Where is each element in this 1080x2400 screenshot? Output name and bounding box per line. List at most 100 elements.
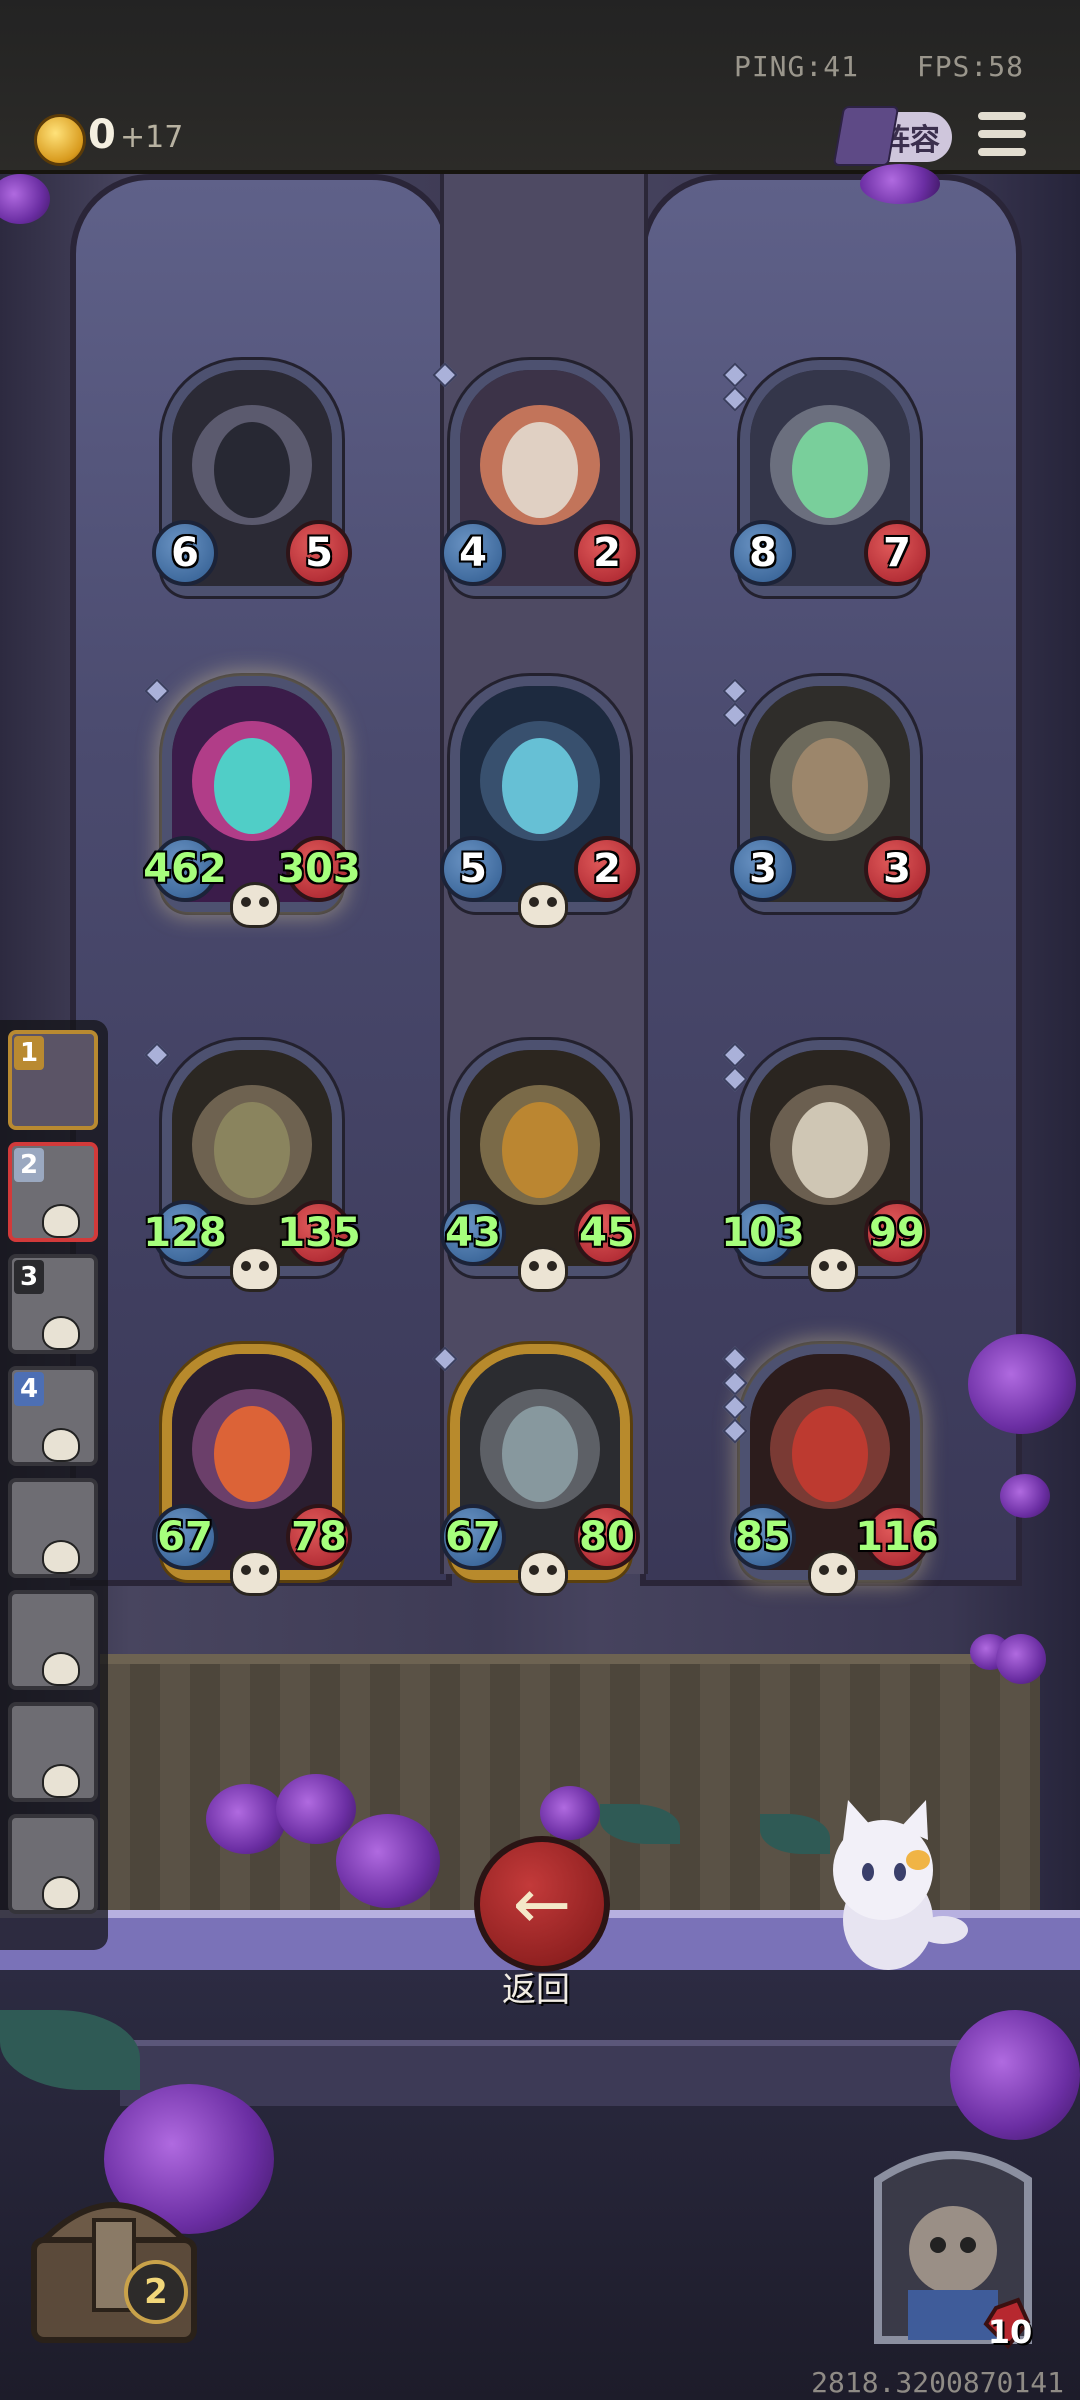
white-cat-mascot xyxy=(833,1800,968,1970)
minion-card-blue-ghost-imp[interactable]: 52 xyxy=(440,676,640,928)
health-stat: 99 xyxy=(864,1200,930,1266)
tier-pips xyxy=(144,1042,170,1070)
skull-icon xyxy=(230,1550,280,1596)
skull-icon xyxy=(230,1246,280,1292)
health-stat: 116 xyxy=(855,1504,939,1570)
minion-card-steam-submarine[interactable]: 128 135 xyxy=(143,1040,361,1292)
skull-icon xyxy=(42,1764,80,1798)
minion-card-robot-ufo-lamp[interactable]: 67 80 xyxy=(432,1344,640,1596)
gold-amount: 0 xyxy=(88,112,116,158)
skull-icon xyxy=(230,882,280,928)
skull-icon xyxy=(518,882,568,928)
tier-pips xyxy=(144,678,170,706)
skull-icon xyxy=(808,1246,858,1292)
tier-pips xyxy=(722,1042,748,1094)
skull-icon xyxy=(808,1550,858,1596)
gold-income: +17 xyxy=(120,120,184,155)
left-arrow-icon: ← xyxy=(512,1863,572,1945)
skull-icon xyxy=(518,1550,568,1596)
roster-slot-6[interactable] xyxy=(8,1590,98,1690)
minion-card-green-ghost-cat[interactable]: 87 xyxy=(722,360,930,596)
hero-health: 10 xyxy=(987,2313,1033,2351)
rose-decoration xyxy=(860,164,940,204)
minion-card-clown-jester[interactable]: 42 xyxy=(432,360,640,596)
attack-stat: 67 xyxy=(440,1504,506,1570)
back-button[interactable]: ← xyxy=(474,1836,610,1972)
minion-card-airship-wreck[interactable]: 33 xyxy=(722,676,930,912)
roster-slot-8[interactable] xyxy=(8,1814,98,1914)
minion-card-red-mecha-dragon[interactable]: 85 116 xyxy=(722,1344,939,1596)
minion-card-hooded-assassin[interactable]: 65 xyxy=(152,360,352,596)
attack-stat: 128 xyxy=(143,1200,227,1266)
minion-card-bone-dragon-skull[interactable]: 103 99 xyxy=(721,1040,930,1292)
rose-decoration xyxy=(540,1786,600,1840)
skull-icon xyxy=(42,1316,80,1350)
tier-pips xyxy=(722,362,748,414)
roster-slot-4[interactable]: 4 xyxy=(8,1366,98,1466)
rose-decoration xyxy=(0,174,50,224)
player-roster: 1 2 3 4 xyxy=(0,1020,108,1950)
network-stats: PING:41 FPS:58 xyxy=(694,50,1024,83)
attack-stat: 67 xyxy=(152,1504,218,1570)
gold-crown-coin-icon xyxy=(34,114,86,166)
tier-pips xyxy=(432,362,458,390)
health-stat: 2 xyxy=(574,836,640,902)
attack-stat: 43 xyxy=(440,1200,506,1266)
rank-badge: 4 xyxy=(14,1372,44,1406)
attack-stat: 462 xyxy=(143,836,227,902)
tier-pips xyxy=(722,1346,748,1446)
skull-icon xyxy=(42,1540,80,1574)
rose-decoration xyxy=(950,2010,1080,2140)
rose-decoration xyxy=(996,1634,1046,1684)
fps-readout: FPS:58 xyxy=(916,50,1024,83)
hamburger-menu-icon[interactable] xyxy=(978,112,1026,156)
ping-readout: PING:41 xyxy=(733,50,859,83)
roster-slot-2[interactable]: 2 xyxy=(8,1142,98,1242)
rose-decoration xyxy=(1000,1474,1050,1518)
balcony-rail xyxy=(120,2040,980,2106)
rank-badge: 1 xyxy=(14,1036,44,1070)
attack-stat: 5 xyxy=(440,836,506,902)
minion-card-spectral-wolf[interactable]: 462 303 xyxy=(143,676,361,928)
skull-icon xyxy=(42,1204,80,1238)
health-stat: 2 xyxy=(574,520,640,586)
skull-icon xyxy=(42,1876,80,1910)
minion-card-armored-beetle[interactable]: 43 45 xyxy=(440,1040,640,1292)
roster-slot-3[interactable]: 3 xyxy=(8,1254,98,1354)
skull-icon xyxy=(42,1652,80,1686)
health-stat: 7 xyxy=(864,520,930,586)
rank-badge: 2 xyxy=(14,1148,44,1182)
attack-stat: 6 xyxy=(152,520,218,586)
health-stat: 80 xyxy=(574,1504,640,1570)
health-stat: 303 xyxy=(277,836,361,902)
roster-slot-7[interactable] xyxy=(8,1702,98,1802)
match-seed: 2818.3200870141 xyxy=(811,2366,1064,2399)
health-stat: 45 xyxy=(574,1200,640,1266)
rank-badge: 3 xyxy=(14,1260,44,1294)
attack-stat: 8 xyxy=(730,520,796,586)
treasure-chest-icon[interactable] xyxy=(14,2160,214,2350)
roster-slot-1[interactable]: 1 xyxy=(8,1030,98,1130)
chest-count-badge: 2 xyxy=(124,2260,188,2324)
rose-decoration xyxy=(336,1814,440,1908)
attack-stat: 85 xyxy=(730,1504,796,1570)
attack-stat: 3 xyxy=(730,836,796,902)
roster-slot-5[interactable] xyxy=(8,1478,98,1578)
rose-decoration xyxy=(968,1334,1076,1434)
skull-icon xyxy=(42,1428,80,1462)
tier-pips xyxy=(432,1346,458,1374)
attack-stat: 4 xyxy=(440,520,506,586)
lineup-book-icon xyxy=(832,106,900,166)
health-stat: 135 xyxy=(277,1200,361,1266)
skull-icon xyxy=(518,1246,568,1292)
health-stat: 3 xyxy=(864,836,930,902)
health-stat: 78 xyxy=(286,1504,352,1570)
top-bar: PING:41 FPS:58 0 +17 阵容 xyxy=(0,0,1080,174)
rose-decoration xyxy=(276,1774,356,1844)
rose-decoration xyxy=(206,1784,286,1854)
attack-stat: 103 xyxy=(721,1200,805,1266)
tier-pips xyxy=(722,678,748,730)
back-label: 返回 xyxy=(502,1970,570,2010)
minion-card-witch-girl[interactable]: 67 78 xyxy=(152,1344,352,1596)
health-stat: 5 xyxy=(286,520,352,586)
